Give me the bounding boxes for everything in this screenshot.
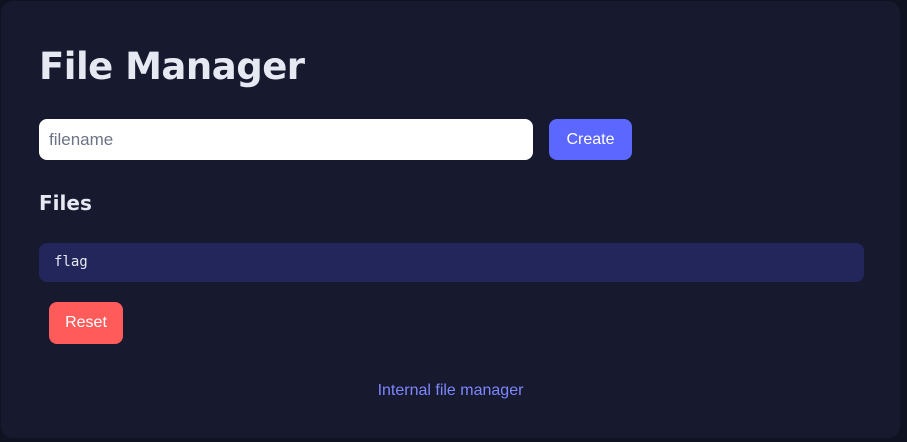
files-heading: Files bbox=[39, 191, 92, 215]
page-title: File Manager bbox=[39, 45, 305, 88]
footer-link[interactable]: Internal file manager bbox=[1, 382, 900, 400]
file-manager-card: File Manager Create Files flag Reset Int… bbox=[1, 1, 900, 438]
reset-button[interactable]: Reset bbox=[49, 302, 123, 344]
create-button[interactable]: Create bbox=[549, 119, 632, 160]
filename-input[interactable] bbox=[39, 119, 533, 160]
file-item-flag[interactable]: flag bbox=[39, 243, 864, 282]
